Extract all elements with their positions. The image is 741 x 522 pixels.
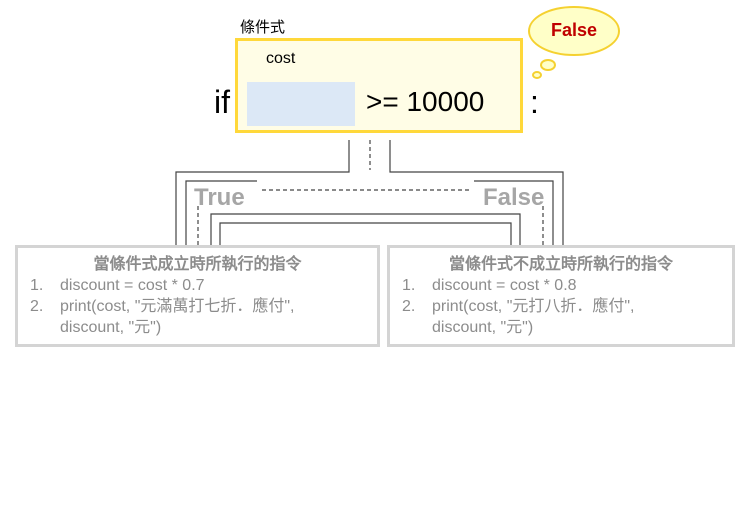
step-number: 2. (402, 298, 416, 315)
true-branch-panel: 當條件式成立時所執行的指令 1. discount = cost * 0.7 2… (15, 245, 380, 347)
step-number: 1. (30, 277, 44, 294)
result-label: False (550, 20, 598, 40)
inner-path-outer (210, 213, 521, 245)
step-line: discount, "元") (432, 319, 534, 336)
true-panel-title: 當條件式成立時所執行的指令 (93, 256, 302, 273)
step-line: discount = cost * 0.7 (60, 277, 205, 294)
true-branch-label: True (194, 184, 245, 211)
inner-path-inner (219, 222, 512, 245)
step-line: print(cost, "元打八折．應付", (432, 298, 635, 315)
step-item: 1. discount = cost * 0.8 (390, 275, 732, 296)
step-item: 1. discount = cost * 0.7 (18, 275, 377, 296)
comparison-expression: >= 10000 (366, 86, 485, 117)
variable-label: cost (266, 50, 296, 67)
step-item: 2. print(cost, "元滿萬打七折．應付", discount, "元… (18, 296, 377, 338)
step-number: 1. (402, 277, 416, 294)
step-line: discount = cost * 0.8 (432, 277, 577, 294)
step-item: 2. print(cost, "元打八折．應付", discount, "元") (390, 296, 732, 338)
false-branch-panel: 當條件式不成立時所執行的指令 1. discount = cost * 0.8 … (387, 245, 735, 347)
condition-label: 條件式 (240, 19, 286, 36)
false-panel-title: 當條件式不成立時所執行的指令 (448, 256, 673, 273)
thought-cloud (528, 6, 620, 79)
step-line: discount, "元") (60, 319, 162, 336)
step-number: 2. (30, 298, 44, 315)
colon: : (530, 84, 539, 120)
step-line: print(cost, "元滿萬打七折．應付", (60, 298, 295, 315)
variable-slot (247, 82, 355, 126)
false-branch-label: False (483, 184, 545, 211)
if-keyword: if (214, 84, 230, 120)
